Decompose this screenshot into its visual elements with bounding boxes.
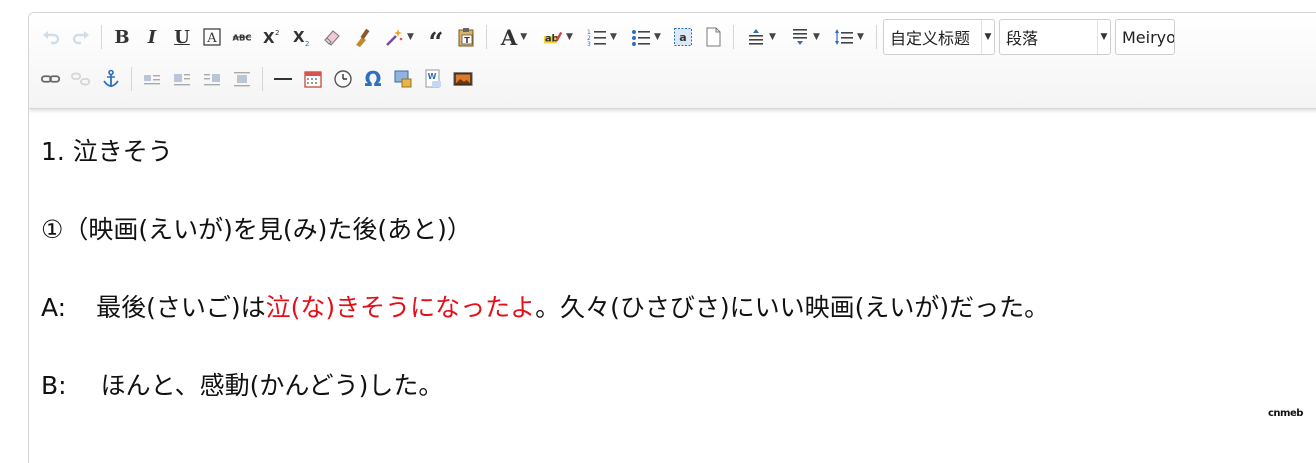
row-spacing-bottom-button[interactable]: ▼ — [784, 24, 826, 50]
unordered-list-button[interactable]: ▼ — [625, 24, 667, 50]
dialogue-b-text: ほんと、感動(かんどう)した。 — [100, 371, 444, 400]
redo-icon — [67, 24, 95, 50]
custom-style-select[interactable]: 自定义标题 ▼ — [883, 19, 995, 55]
paste-plain-icon[interactable]: T — [452, 24, 480, 50]
underline-button[interactable]: U — [168, 24, 196, 50]
image-left-icon[interactable] — [168, 66, 196, 92]
font-family-select[interactable]: Meiryo — [1115, 19, 1175, 55]
toolbar-separator — [876, 25, 877, 49]
word-image-icon[interactable]: W — [419, 66, 447, 92]
toolbar-separator — [131, 67, 132, 91]
line-height-button[interactable]: ▼ — [828, 24, 870, 50]
dialogue-a-pre: 最後(さいご)は — [96, 293, 266, 322]
time-icon[interactable] — [329, 66, 357, 92]
chevron-down-icon: ▼ — [407, 32, 414, 42]
image-center-icon[interactable] — [228, 66, 256, 92]
heading-line: 1. 泣きそう — [41, 137, 173, 166]
chevron-down-icon: ▼ — [520, 32, 528, 42]
paragraph-select[interactable]: 段落 ▼ — [999, 19, 1111, 55]
chevron-down-icon: ▼ — [813, 32, 820, 42]
format-painter-icon[interactable] — [348, 24, 376, 50]
rich-text-editor: B I U A ABC X 2 X 2 ▼ “T A ▼ ab ▼ 1 2 3 ▼ ▼ a ▼ ▼ ▼ 自定义标题 ▼ 段落 ▼ Mei… — [28, 12, 1316, 463]
svg-text:2: 2 — [305, 40, 309, 47]
date-icon[interactable] — [299, 66, 327, 92]
scenario-line: ①（映画(えいが)を見(み)た後(あと)） — [41, 215, 472, 244]
font-border-button[interactable]: A — [198, 24, 226, 50]
svg-text:2: 2 — [275, 29, 279, 37]
svg-text:3: 3 — [587, 41, 591, 47]
svg-text:T: T — [464, 36, 470, 45]
watermark-logo: cnmeb — [1268, 408, 1303, 419]
toolbar-separator — [101, 25, 102, 49]
svg-text:W: W — [428, 72, 437, 81]
svg-text:X: X — [293, 28, 305, 46]
undo-icon — [37, 24, 65, 50]
clear-doc-icon[interactable] — [699, 24, 727, 50]
subscript-button[interactable]: X2 — [288, 24, 316, 50]
horizontal-rule-icon[interactable] — [269, 66, 297, 92]
unlink-icon — [67, 66, 95, 92]
insert-image-icon[interactable] — [389, 66, 417, 92]
chevron-down-icon: ▼ — [566, 32, 573, 42]
svg-text:a: a — [679, 31, 686, 44]
highlight-color-button[interactable]: ab ▼ — [537, 24, 579, 50]
background-image-icon[interactable] — [449, 66, 477, 92]
chevron-down-icon: ▼ — [610, 32, 617, 42]
editor-toolbar: B I U A ABC X 2 X 2 ▼ “T A ▼ ab ▼ 1 2 3 ▼ ▼ a ▼ ▼ ▼ 自定义标题 ▼ 段落 ▼ Mei… — [29, 13, 1316, 109]
toolbar-separator — [733, 25, 734, 49]
strikethrough-button[interactable]: ABC — [228, 24, 256, 50]
eraser-icon[interactable] — [318, 24, 346, 50]
editor-content[interactable]: 1. 泣きそう ①（映画(えいが)を見(み)た後(あと)） A: 最後(さいご)は… — [41, 133, 1316, 405]
toolbar-row-1: B I U A ABC X 2 X 2 ▼ “T A ▼ ab ▼ 1 2 3 ▼ ▼ a ▼ ▼ ▼ 自定义标题 ▼ 段落 ▼ Mei… — [37, 19, 1179, 56]
svg-text:A: A — [206, 31, 217, 46]
auto-format-button[interactable]: ▼ — [378, 24, 420, 50]
paragraph-select-value: 段落 — [1006, 29, 1039, 48]
superscript-button[interactable]: X2 — [258, 24, 286, 50]
toolbar-separator — [262, 67, 263, 91]
custom-style-select-value: 自定义标题 — [890, 29, 971, 48]
dialogue-a-post: 。久々(ひさびさ)にいい映画(えいが)だった。 — [535, 293, 1050, 322]
toolbar-row-2: ΩW — [37, 64, 479, 94]
font-family-select-value: Meiryo — [1122, 27, 1174, 47]
chevron-down-icon: ▼ — [654, 32, 661, 42]
link-icon[interactable] — [37, 66, 65, 92]
chevron-down-icon: ▼ — [769, 32, 776, 42]
chevron-down-icon: ▼ — [857, 32, 864, 42]
italic-button[interactable]: I — [138, 24, 166, 50]
font-color-button[interactable]: A ▼ — [493, 24, 535, 50]
ordered-list-button[interactable]: 1 2 3 ▼ — [581, 24, 623, 50]
chevron-down-icon[interactable]: ▼ — [981, 20, 994, 54]
dialogue-line-a: A: 最後(さいご)は泣(な)きそうになったよ。久々(ひさびさ)にいい映画(えいが… — [41, 289, 1316, 327]
anchor-icon[interactable] — [97, 66, 125, 92]
image-right-icon[interactable] — [198, 66, 226, 92]
image-none-icon[interactable] — [138, 66, 166, 92]
row-spacing-top-button[interactable]: ▼ — [740, 24, 782, 50]
chevron-down-icon[interactable]: ▼ — [1097, 20, 1110, 54]
blockquote-icon[interactable]: “ — [422, 24, 450, 56]
toolbar-separator — [486, 25, 487, 49]
speaker-a-label: A: — [41, 293, 67, 322]
special-chars-icon[interactable]: Ω — [359, 66, 387, 92]
dialogue-line-b: B: ほんと、感動(かんどう)した。 — [41, 367, 1316, 405]
select-all-icon[interactable]: a — [669, 24, 697, 50]
svg-text:X: X — [263, 29, 275, 47]
dialogue-a-highlight: 泣(な)きそうになったよ — [265, 293, 536, 322]
bold-button[interactable]: B — [108, 24, 136, 50]
speaker-b-label: B: — [41, 371, 67, 400]
